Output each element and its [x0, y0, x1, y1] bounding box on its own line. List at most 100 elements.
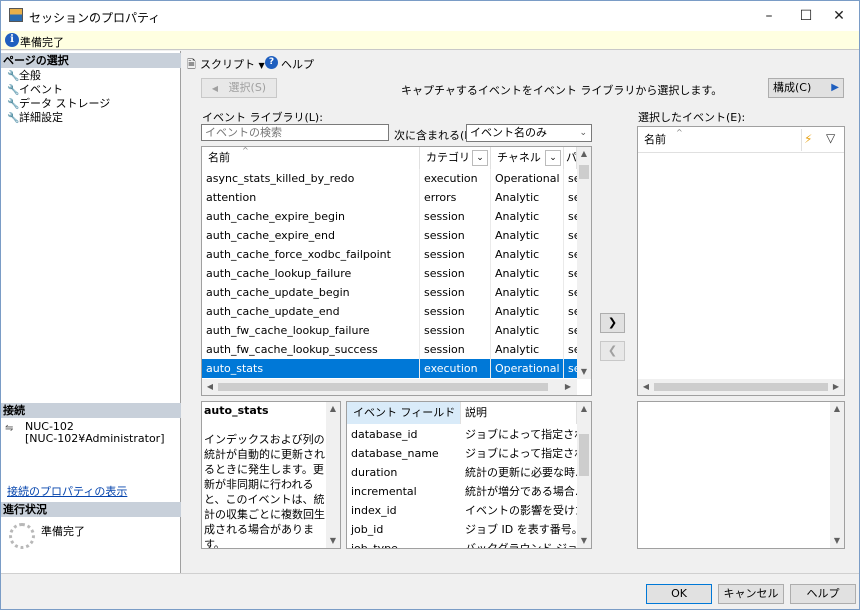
grid-vertical-scrollbar[interactable]: ▲ ▼ — [577, 147, 591, 379]
scroll-up-icon[interactable]: ▲ — [577, 404, 591, 413]
scroll-down-icon[interactable]: ▼ — [830, 536, 844, 545]
nav-item-events[interactable]: 🔧イベント — [7, 83, 63, 97]
selected-horizontal-scrollbar[interactable]: ◀ ▶ — [638, 379, 844, 395]
ok-button[interactable]: OK — [646, 584, 712, 604]
session-properties-window: セッションのプロパティ – ☐ ✕ i 準備完了 ページの選択 🔧全般 🔧イベン… — [0, 0, 860, 610]
wrench-icon: 🔧 — [7, 113, 20, 124]
connection-properties-link[interactable]: 接続のプロパティの表示 — [7, 483, 127, 499]
list-item[interactable]: database_id ジョブによって指定される... — [347, 425, 577, 444]
table-cell: auto_stats — [202, 359, 420, 378]
remove-event-button[interactable]: ❮ — [600, 341, 625, 361]
lightning-icon[interactable]: ⚡ — [804, 132, 812, 146]
server-user: [NUC-102¥Administrator] — [25, 432, 165, 445]
table-cell: se — [568, 172, 577, 185]
column-header-package[interactable]: パ — [564, 147, 577, 169]
table-row[interactable]: auto_statsexecutionOperational se — [202, 359, 577, 378]
chevron-down-icon[interactable]: ⌄ — [472, 150, 488, 166]
column-header-event-field[interactable]: イベント フィールド — [347, 402, 461, 424]
table-cell: auth_fw_cache_lookup_success — [202, 340, 420, 359]
selected-grid-header: 名前 ^ ⚡ ▽ — [638, 127, 844, 153]
scroll-up-icon[interactable]: ▲ — [326, 404, 340, 413]
filter-icon[interactable]: ▽ — [826, 131, 835, 145]
table-cell: Analytic — [491, 207, 564, 226]
column-header-name[interactable]: 名前 ^ — [202, 147, 420, 169]
script-button[interactable]: スクリプト ▼ — [200, 56, 265, 72]
table-cell: se — [568, 286, 577, 299]
table-cell: se — [568, 210, 577, 223]
scroll-left-icon[interactable]: ◀ — [640, 382, 652, 391]
list-item[interactable]: database_name ジョブによって指定された... — [347, 444, 577, 463]
table-cell: incremental — [351, 485, 417, 498]
scroll-down-icon[interactable]: ▼ — [326, 536, 340, 545]
list-item[interactable]: index_id イベントの影響を受けた... — [347, 501, 577, 520]
filter-select[interactable]: イベント名のみ ⌄ — [466, 124, 592, 142]
cancel-button[interactable]: キャンセル — [718, 584, 784, 604]
table-row[interactable]: auth_fw_cache_lookup_failure session Analy… — [202, 321, 577, 340]
table-row[interactable]: auth_cache_update_endsessionAnalytic se — [202, 302, 577, 321]
description-scrollbar[interactable]: ▲ ▼ — [326, 402, 340, 548]
table-row[interactable]: auth_cache_force_xodbc_failpoint session A… — [202, 245, 577, 264]
table-row[interactable]: attentionerrorsAnalytic se — [202, 188, 577, 207]
nav-item-general[interactable]: 🔧全般 — [7, 69, 41, 83]
sort-up-icon: ^ — [242, 147, 249, 155]
chevron-down-icon: ⌄ — [579, 128, 587, 138]
list-item[interactable]: incremental 統計が増分である場合... — [347, 482, 577, 501]
sort-up-icon: ^ — [676, 129, 683, 137]
table-cell: execution — [420, 359, 491, 378]
fields-scrollbar[interactable]: ▲ ▼ — [577, 402, 591, 548]
scroll-left-icon[interactable]: ◀ — [204, 382, 216, 391]
table-cell: Analytic — [491, 340, 564, 359]
selected-column-header-name[interactable]: 名前 ^ — [638, 129, 802, 151]
table-cell: session — [420, 245, 491, 264]
scroll-up-icon[interactable]: ▲ — [830, 404, 844, 413]
scroll-thumb[interactable] — [654, 383, 828, 391]
scroll-right-icon[interactable]: ▶ — [830, 382, 842, 391]
scroll-thumb[interactable] — [579, 165, 589, 179]
status-text: 準備完了 — [20, 36, 64, 49]
configure-button[interactable]: 構成(C) ▶ — [768, 78, 844, 98]
nav-item-data-storage[interactable]: 🔧データ ストレージ — [7, 97, 110, 111]
table-row[interactable]: auth_cache_expire_endsessionAnalytic se — [202, 226, 577, 245]
list-item[interactable]: job_id ジョブ ID を表す番号。 — [347, 520, 577, 539]
selected-detail-scrollbar[interactable]: ▲ ▼ — [830, 402, 844, 548]
list-item[interactable]: job_type バックグラウンド ジョブの... — [347, 539, 577, 549]
selected-events-label: 選択したイベント(E): — [638, 111, 746, 124]
table-cell: duration — [351, 466, 398, 479]
chevron-down-icon[interactable]: ⌄ — [545, 150, 561, 166]
table-row[interactable]: async_stats_killed_by_redo execution Opera… — [202, 169, 577, 188]
table-row[interactable]: auth_fw_cache_lookup_success session Analy… — [202, 340, 577, 359]
scroll-thumb[interactable] — [579, 434, 589, 476]
event-description-panel: auto_stats インデックスおよび列の統計が自動的に更新されるときに発生し… — [201, 401, 341, 549]
grid-horizontal-scrollbar[interactable]: ◀ ▶ — [202, 379, 577, 395]
selected-events-grid: 名前 ^ ⚡ ▽ ◀ ▶ — [637, 126, 845, 396]
add-event-button[interactable]: ❯ — [600, 313, 625, 333]
table-cell: イベントの影響を受けた... — [465, 504, 577, 517]
select-button[interactable]: ◀ 選択(S) — [201, 78, 277, 98]
table-row[interactable]: auth_cache_update_beginsessionAnalytic se — [202, 283, 577, 302]
column-header-category[interactable]: カテゴリ ⌄ — [420, 147, 491, 169]
event-search-input[interactable] — [201, 124, 389, 141]
nav-item-advanced[interactable]: 🔧詳細設定 — [7, 111, 63, 125]
table-cell: attention — [202, 188, 420, 207]
scroll-down-icon[interactable]: ▼ — [577, 536, 591, 545]
event-name: auto_stats — [204, 404, 269, 417]
list-item[interactable]: duration 統計の更新に必要な時... — [347, 463, 577, 482]
scroll-thumb[interactable] — [218, 383, 548, 391]
footer-help-button[interactable]: ヘルプ — [790, 584, 856, 604]
scroll-down-icon[interactable]: ▼ — [577, 367, 591, 376]
title-bar: セッションのプロパティ – ☐ ✕ — [1, 1, 859, 31]
fields-header: イベント フィールド 説明 — [347, 402, 577, 424]
scroll-up-icon[interactable]: ▲ — [577, 149, 591, 158]
close-button[interactable]: ✕ — [817, 1, 859, 31]
table-row[interactable]: auth_cache_expire_beginsessionAnalytic se — [202, 207, 577, 226]
toolbar-help-button[interactable]: ヘルプ — [281, 56, 314, 72]
progress-header: 進行状況 — [1, 502, 181, 517]
table-cell: バックグラウンド ジョブの... — [465, 542, 577, 549]
scroll-right-icon[interactable]: ▶ — [562, 382, 574, 391]
table-cell: ジョブによって指定される... — [465, 428, 577, 441]
column-header-channel[interactable]: チャネル ⌄ — [491, 147, 564, 169]
table-row[interactable]: auth_cache_lookup_failure session Analytic… — [202, 264, 577, 283]
help-icon: ? — [265, 56, 278, 69]
script-icon: 🗎 — [187, 58, 196, 71]
column-header-description[interactable]: 説明 — [461, 402, 577, 424]
